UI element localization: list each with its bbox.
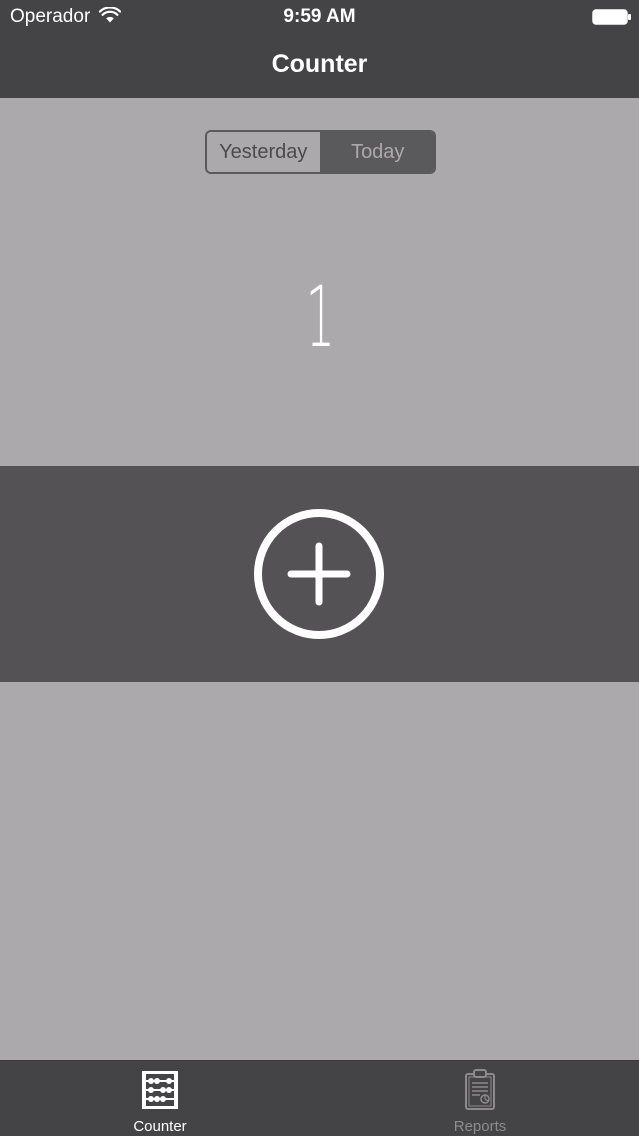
top-bar: Operador 9:59 AM Counter [0, 0, 639, 98]
tab-reports-label: Reports [453, 1118, 507, 1135]
page-title: Counter [271, 50, 368, 78]
tab-counter[interactable]: Counter [0, 1061, 320, 1136]
day-segmented-control: Yesterday Today [205, 130, 436, 174]
battery-icon [592, 9, 631, 25]
tab-bar: Counter Reports [0, 1060, 639, 1136]
tab-counter-label: Counter [133, 1118, 187, 1135]
abacus-icon [142, 1071, 178, 1109]
counter-value: 1 [0, 268, 639, 366]
clipboard-icon [465, 1069, 495, 1110]
segment-today[interactable]: Today [321, 132, 434, 172]
increment-button[interactable] [253, 508, 385, 640]
status-bar: Operador 9:59 AM [0, 0, 639, 34]
segment-yesterday[interactable]: Yesterday [207, 132, 322, 172]
tab-reports[interactable]: Reports [320, 1061, 639, 1136]
status-time: 9:59 AM [283, 6, 356, 27]
counter-value-text: 1 [305, 268, 334, 366]
